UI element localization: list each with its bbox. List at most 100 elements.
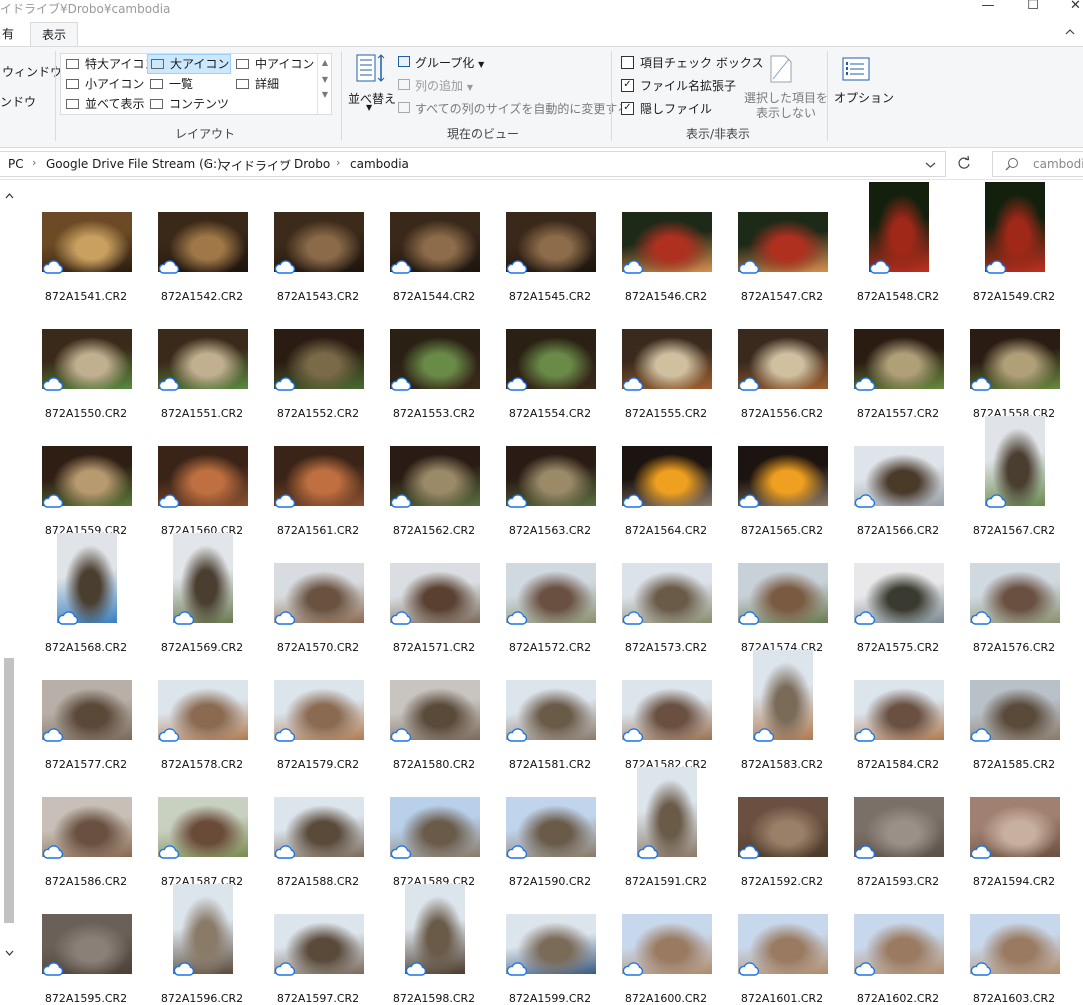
file-item[interactable]: 872A1553.CR2 [376, 299, 492, 420]
file-item[interactable]: 872A1567.CR2 [956, 416, 1072, 537]
file-item[interactable]: 872A1588.CR2 [260, 767, 376, 888]
file-item[interactable]: 872A1549.CR2 [956, 182, 1072, 303]
file-item[interactable]: 872A1603.CR2 [956, 884, 1072, 1005]
file-thumbnail[interactable] [173, 884, 233, 974]
file-name[interactable]: 872A1599.CR2 [492, 992, 608, 1005]
file-item[interactable]: 872A1601.CR2 [724, 884, 840, 1005]
file-item[interactable]: 872A1578.CR2 [144, 650, 260, 771]
file-item[interactable]: 872A1585.CR2 [956, 650, 1072, 771]
file-item[interactable]: 872A1561.CR2 [260, 416, 376, 537]
file-item[interactable]: 872A1572.CR2 [492, 533, 608, 654]
file-thumbnail[interactable] [985, 182, 1045, 272]
file-item[interactable]: 872A1599.CR2 [492, 884, 608, 1005]
file-item[interactable]: 872A1582.CR2 [608, 650, 724, 771]
file-thumbnail[interactable] [173, 533, 233, 623]
file-item[interactable]: 872A1590.CR2 [492, 767, 608, 888]
chevron-down-icon[interactable] [5, 945, 14, 959]
close-button[interactable]: ✕ [1068, 0, 1083, 14]
file-name[interactable]: 872A1600.CR2 [608, 992, 724, 1005]
file-item[interactable]: 872A1562.CR2 [376, 416, 492, 537]
sort-icon[interactable] [356, 53, 386, 85]
file-item[interactable]: 872A1559.CR2 [28, 416, 144, 537]
file-item[interactable]: 872A1570.CR2 [260, 533, 376, 654]
preview-pane-button[interactable]: ンドウ [0, 93, 36, 110]
file-name[interactable]: 872A1595.CR2 [28, 992, 144, 1005]
file-extensions-checkbox[interactable]: ✓ [621, 79, 634, 92]
layout-extra-large-icons[interactable]: 特大アイコン [63, 55, 156, 73]
layout-small-icons[interactable]: 小アイコン [63, 75, 144, 93]
file-item[interactable]: 872A1597.CR2 [260, 884, 376, 1005]
chevron-right-icon[interactable]: › [336, 156, 340, 169]
layout-tiles[interactable]: 並べて表示 [63, 95, 145, 113]
file-item[interactable]: 872A1556.CR2 [724, 299, 840, 420]
file-item[interactable]: 872A1584.CR2 [840, 650, 956, 771]
file-thumbnail[interactable] [637, 767, 697, 857]
layout-gallery-scroll[interactable]: ▲ ▼ ▼ [317, 54, 332, 114]
file-item[interactable]: 872A1598.CR2 [376, 884, 492, 1005]
chevron-down-icon[interactable]: ▼ [366, 103, 372, 112]
file-item[interactable]: 872A1577.CR2 [28, 650, 144, 771]
file-item[interactable]: 872A1543.CR2 [260, 182, 376, 303]
file-item[interactable]: 872A1591.CR2 [608, 767, 724, 888]
file-item[interactable]: 872A1564.CR2 [608, 416, 724, 537]
chevron-right-icon[interactable]: › [32, 156, 36, 169]
chevron-down-icon[interactable] [925, 158, 936, 172]
minimize-button[interactable]: — [978, 0, 998, 14]
add-columns-button[interactable]: 列の追加 ▼ [415, 77, 473, 94]
breadcrumb-drive[interactable]: Google Drive File Stream (G:) [46, 157, 222, 171]
breadcrumb-cambodia[interactable]: cambodia [350, 157, 409, 171]
hide-selected-line2[interactable]: 表示しない [756, 104, 816, 121]
tab-share[interactable]: 有 [0, 22, 22, 46]
file-item[interactable]: 872A1542.CR2 [144, 182, 260, 303]
file-item[interactable]: 872A1544.CR2 [376, 182, 492, 303]
file-item[interactable]: 872A1571.CR2 [376, 533, 492, 654]
file-item[interactable]: 872A1595.CR2 [28, 884, 144, 1005]
file-item[interactable]: 872A1594.CR2 [956, 767, 1072, 888]
group-by-button[interactable]: グループ化 ▼ [415, 54, 484, 71]
chevron-right-icon[interactable]: › [205, 156, 209, 169]
file-item[interactable]: 872A1600.CR2 [608, 884, 724, 1005]
file-item[interactable]: 872A1555.CR2 [608, 299, 724, 420]
chevron-up-icon[interactable] [5, 188, 14, 202]
file-item[interactable]: 872A1546.CR2 [608, 182, 724, 303]
file-item[interactable]: 872A1574.CR2 [724, 533, 840, 654]
layout-large-icons[interactable]: 大アイコン [147, 54, 231, 74]
file-item[interactable]: 872A1587.CR2 [144, 767, 260, 888]
file-name[interactable]: 872A1601.CR2 [724, 992, 840, 1005]
file-name[interactable]: 872A1602.CR2 [840, 992, 956, 1005]
navigation-pane-button[interactable]: ウィンドウ [2, 63, 62, 80]
search-box[interactable]: cambodi... [992, 151, 1083, 177]
file-item[interactable]: 872A1569.CR2 [144, 533, 260, 654]
file-item[interactable]: 872A1551.CR2 [144, 299, 260, 420]
file-thumbnail[interactable] [869, 182, 929, 272]
file-item[interactable]: 872A1586.CR2 [28, 767, 144, 888]
breadcrumb-drobo[interactable]: Drobo [294, 157, 330, 171]
file-thumbnail[interactable] [405, 884, 465, 974]
chevron-up-icon[interactable]: ▲ [318, 58, 332, 67]
file-item[interactable]: 872A1566.CR2 [840, 416, 956, 537]
file-item[interactable]: 872A1596.CR2 [144, 884, 260, 1005]
file-item[interactable]: 872A1602.CR2 [840, 884, 956, 1005]
file-item[interactable]: 872A1575.CR2 [840, 533, 956, 654]
file-item[interactable]: 872A1558.CR2 [956, 299, 1072, 420]
options-button[interactable]: オプション [834, 89, 894, 106]
size-all-columns-button[interactable]: すべての列のサイズを自動的に変更する [415, 100, 629, 117]
file-item[interactable]: 872A1583.CR2 [724, 650, 840, 771]
file-item[interactable]: 872A1593.CR2 [840, 767, 956, 888]
file-item[interactable]: 872A1557.CR2 [840, 299, 956, 420]
file-item[interactable]: 872A1580.CR2 [376, 650, 492, 771]
chevron-right-icon[interactable]: › [280, 156, 284, 169]
file-item[interactable]: 872A1552.CR2 [260, 299, 376, 420]
layout-list[interactable]: 一覧 [147, 75, 193, 93]
scrollbar-thumb[interactable] [4, 658, 14, 923]
breadcrumb-pc[interactable]: PC [8, 157, 24, 171]
file-item[interactable]: 872A1565.CR2 [724, 416, 840, 537]
layout-medium-icons[interactable]: 中アイコン [233, 55, 314, 73]
layout-details[interactable]: 詳細 [233, 75, 279, 93]
file-item[interactable]: 872A1545.CR2 [492, 182, 608, 303]
options-icon[interactable] [842, 57, 870, 81]
hidden-items-checkbox[interactable]: ✓ [621, 102, 634, 115]
file-item[interactable]: 872A1581.CR2 [492, 650, 608, 771]
file-item[interactable]: 872A1541.CR2 [28, 182, 144, 303]
vertical-scrollbar[interactable] [0, 180, 18, 959]
